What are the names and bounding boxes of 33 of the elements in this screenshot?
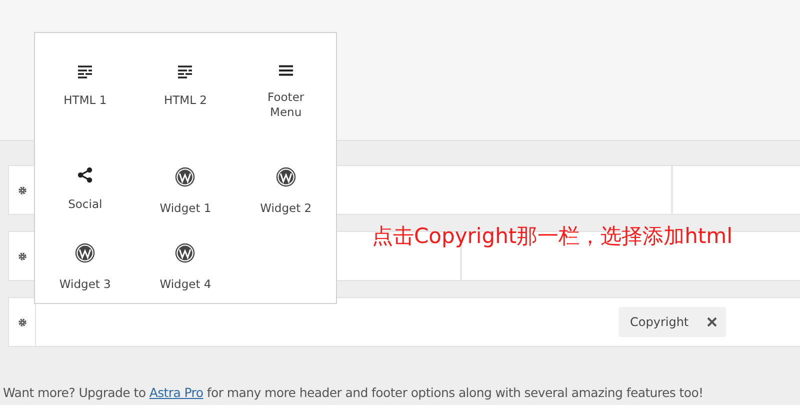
widget-option[interactable]: HTML 1 [35,65,136,108]
w-circle-icon [276,167,296,187]
menu-icon [278,65,293,76]
settings-icon[interactable] [18,318,26,326]
w-circle-icon [175,243,196,263]
widget-label: Widget 4 [158,277,212,292]
widget-option[interactable]: Widget 1 [135,167,236,216]
widget-label: Social [67,197,104,212]
w-circle-icon [75,243,96,263]
settings-icon[interactable] [18,186,26,194]
widget-option[interactable]: Footer Menu [236,65,336,120]
widget-option[interactable]: Widget 3 [35,243,136,292]
widget-label: HTML 1 [62,93,108,108]
w-circle-icon [175,167,196,187]
text-lines-icon [77,65,94,79]
widget-label: Widget 1 [158,201,212,216]
share-icon [77,167,94,183]
widget-option[interactable]: HTML 2 [135,65,236,108]
upgrade-message: Want more? Upgrade to Astra Pro for many more header and footer options along with several amazing features too! [3,385,704,400]
astra-pro-link[interactable]: Astra Pro [149,385,204,400]
widget-label: Widget 3 [58,277,112,292]
widget-label: HTML 2 [162,93,208,108]
annotation-text: 点击Copyright那一栏，选择添加html [372,223,732,250]
settings-icon[interactable] [18,252,26,260]
widget-label: Footer Menu [266,90,306,120]
copyright-item[interactable]: Copyright [619,307,726,337]
item-label: Copyright [630,315,689,329]
widget-option[interactable]: Social [35,167,136,212]
widget-option[interactable]: Widget 4 [135,243,236,292]
text-lines-icon [177,65,194,79]
close-icon[interactable] [707,317,717,327]
widget-option[interactable]: Widget 2 [236,167,336,216]
widget-label: Widget 2 [259,201,313,216]
